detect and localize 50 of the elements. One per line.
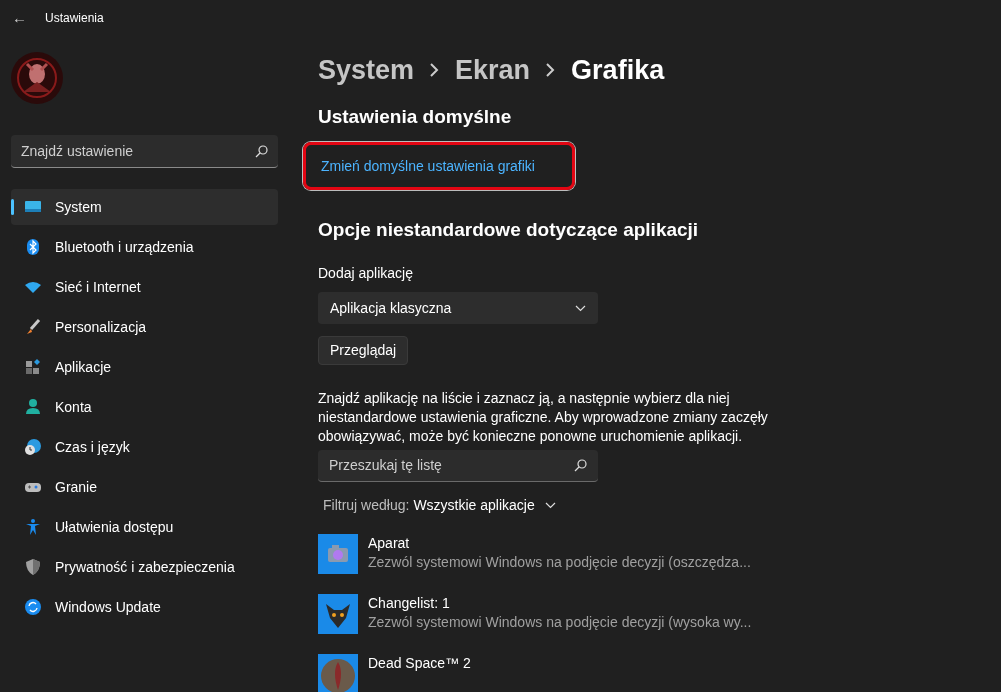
search-icon	[255, 144, 268, 158]
description-text: Znajdź aplikację na liście i zaznacz ją, a następnie wybierz dla niej niestandardowe ustawienia graficzne. Aby wprowadzone zmiany zaczęły obowiązywać, może być konieczne ponowne uruchomienie aplikacji.	[318, 389, 769, 446]
nav-item[interactable]: Aplikacje	[11, 349, 278, 385]
filter-dropdown[interactable]: Wszystkie aplikacje	[413, 495, 556, 516]
section-heading: Opcje niestandardowe dotyczące aplikacji	[318, 217, 700, 242]
search-icon	[574, 459, 587, 472]
app-setting: Zezwól systemowi Windows na podjęcie decyzji (oszczędza...	[368, 553, 751, 572]
nav-item[interactable]: Granie	[11, 469, 278, 505]
person-icon	[24, 398, 42, 416]
nav-item[interactable]: System	[11, 189, 278, 225]
nav-item[interactable]: Ułatwienia dostępu	[11, 509, 278, 545]
app-setting: Zezwól systemowi Windows na podjęcie decyzji (wysoka wy...	[368, 613, 752, 632]
section-heading: Ustawienia domyślne	[318, 105, 513, 129]
nav-item[interactable]: Konta	[11, 389, 278, 425]
chevron-down-icon	[544, 502, 556, 509]
chevron-right-icon	[430, 63, 440, 77]
nav-item[interactable]: Personalizacja	[11, 309, 278, 345]
browse-button[interactable]: Przeglądaj	[318, 336, 409, 365]
default-graphics-link[interactable]: Zmień domyślne ustawienia grafiki	[321, 157, 535, 174]
camera-icon	[318, 534, 358, 574]
nav-item[interactable]: Bluetooth i urządzenia	[11, 229, 278, 265]
shield-icon	[24, 558, 42, 576]
breadcrumb-item: Grafika	[571, 53, 665, 87]
nav-item[interactable]: Sieć i Internet	[11, 269, 278, 305]
breadcrumb-item[interactable]: Ekran	[455, 49, 531, 91]
search-field[interactable]: Znajdź ustawienie	[11, 135, 278, 168]
sync-icon	[24, 598, 42, 616]
app-name[interactable]: Changelist: 1	[368, 594, 752, 612]
wolf-head-icon	[318, 594, 358, 634]
app-type-dropdown[interactable]: Aplikacja klasyczna	[318, 292, 598, 324]
app-name[interactable]: Dead Space™ 2	[368, 654, 471, 672]
back-button[interactable]: ←	[12, 6, 27, 30]
bluetooth-icon	[24, 238, 42, 256]
globe-clock-icon	[24, 438, 42, 456]
selection-indicator	[11, 199, 14, 215]
list-search-field[interactable]: Przeszukaj tę listę	[318, 450, 598, 482]
chevron-right-icon	[546, 63, 556, 77]
window-title: Ustawienia	[45, 10, 104, 27]
chevron-down-icon	[575, 304, 586, 312]
accessibility-icon	[24, 518, 42, 536]
nav-item[interactable]: Czas i język	[11, 429, 278, 465]
emblem-icon	[318, 654, 358, 692]
breadcrumb-item[interactable]: System	[318, 49, 415, 91]
nav-item[interactable]: Prywatność i zabezpieczenia	[11, 549, 278, 585]
app-name[interactable]: Aparat	[368, 534, 751, 552]
paintbrush-icon	[24, 318, 42, 336]
apps-grid-icon	[24, 358, 42, 376]
nav-item[interactable]: Windows Update	[11, 589, 278, 625]
add-app-label: Dodaj aplikację	[318, 264, 414, 283]
filter-label: Filtruj według:	[323, 496, 410, 515]
